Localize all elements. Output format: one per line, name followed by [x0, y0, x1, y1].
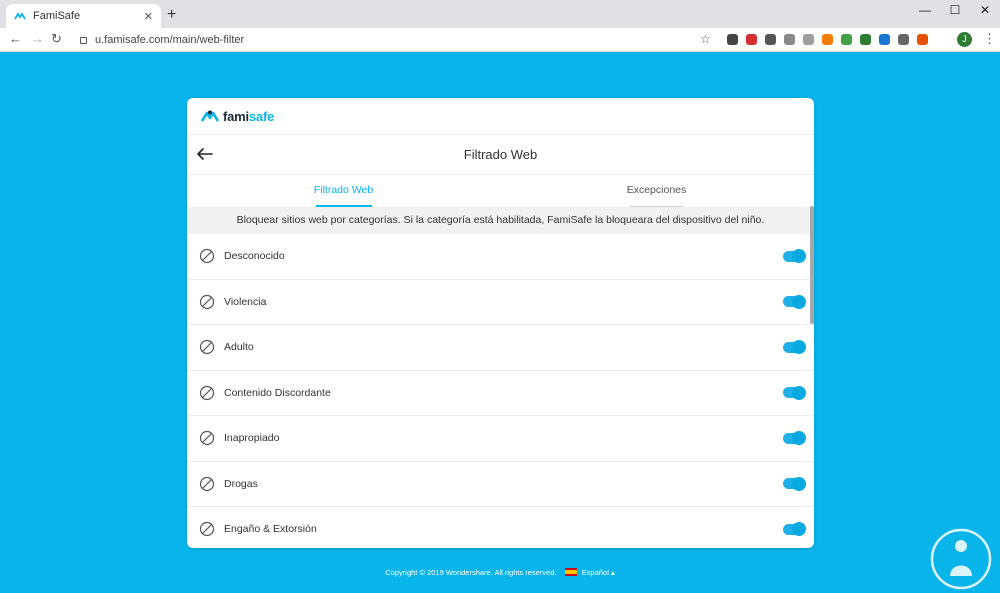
category-label: Inapropiado	[224, 432, 280, 445]
block-icon	[199, 522, 215, 537]
page-footer: Copyright © 2019 Wondershare. All rights…	[0, 568, 1000, 577]
block-icon	[199, 340, 215, 355]
category-toggle[interactable]	[783, 249, 806, 264]
browser-titlebar: FamiSafe ✕ + — ☐ ✕	[0, 0, 1000, 28]
famisafe-logo-icon	[201, 110, 219, 122]
category-row: Drogas	[187, 462, 814, 507]
tab-filtrado-web[interactable]: Filtrado Web	[187, 175, 500, 207]
scrollbar[interactable]	[810, 206, 814, 324]
category-list: Desconocido Violencia Adulto Contenido Disc…	[187, 234, 814, 548]
toggle-knob	[792, 294, 806, 309]
minimize-button[interactable]: —	[915, 3, 935, 17]
extension-icon[interactable]	[898, 34, 909, 45]
back-nav-button[interactable]: ←	[9, 31, 22, 46]
tab-excepciones[interactable]: Excepciones	[500, 175, 813, 207]
category-label: Engaño & Extorsión	[224, 523, 317, 536]
famisafe-logo: famisafe	[223, 108, 275, 124]
address-bar[interactable]: u.famisafe.com/main/web-filter	[70, 30, 720, 49]
spain-flag-icon	[564, 568, 577, 576]
browser-toolbar: ← → ↻ u.famisafe.com/main/web-filter ☆ J…	[0, 28, 1000, 52]
tab-title: FamiSafe	[33, 10, 81, 22]
toggle-knob	[792, 385, 806, 400]
url-text: u.famisafe.com/main/web-filter	[95, 33, 245, 46]
extension-icon[interactable]	[803, 34, 814, 45]
extension-icon[interactable]	[841, 34, 852, 45]
category-row: Inapropiado	[187, 416, 814, 462]
block-icon	[199, 294, 215, 309]
back-arrow-icon[interactable]	[195, 144, 215, 164]
category-toggle[interactable]	[783, 522, 806, 537]
profile-avatar[interactable]: J	[957, 32, 972, 47]
category-toggle[interactable]	[783, 385, 806, 400]
info-banner: Bloquear sitios web por categorías. Si l…	[187, 207, 814, 234]
category-label: Violencia	[224, 295, 267, 308]
category-row: Desconocido	[187, 234, 814, 280]
category-row: Engaño & Extorsión	[187, 507, 814, 548]
caret-up-icon: ▴	[610, 568, 615, 577]
category-toggle[interactable]	[783, 340, 806, 355]
tab-bar: Filtrado Web Excepciones	[187, 175, 814, 207]
extension-icon[interactable]	[727, 34, 738, 45]
category-row: Violencia	[187, 280, 814, 325]
extension-icon[interactable]	[917, 34, 928, 45]
extension-icon[interactable]	[765, 34, 776, 45]
watermark-logo	[930, 528, 992, 590]
browser-tab[interactable]: FamiSafe ✕	[6, 4, 161, 28]
copyright-text: Copyright © 2019 Wondershare. All rights…	[385, 568, 557, 577]
maximize-button[interactable]: ☐	[945, 3, 965, 17]
category-label: Desconocido	[224, 250, 285, 263]
extension-icon[interactable]	[746, 34, 757, 45]
forward-nav-button[interactable]: →	[31, 31, 44, 46]
block-icon	[199, 385, 215, 400]
page-header: Filtrado Web	[187, 135, 814, 175]
extension-icon[interactable]	[784, 34, 795, 45]
block-icon	[199, 476, 215, 491]
category-row: Contenido Discordante	[187, 371, 814, 416]
extension-icon[interactable]	[860, 34, 871, 45]
bookmark-star-icon[interactable]: ☆	[700, 32, 711, 46]
web-filter-card: famisafe Filtrado Web Filtrado Web Excep…	[187, 98, 814, 548]
category-toggle[interactable]	[783, 476, 806, 491]
toggle-knob	[792, 476, 806, 491]
block-icon	[199, 249, 215, 264]
category-toggle[interactable]	[783, 294, 806, 309]
famisafe-favicon-icon	[14, 12, 26, 20]
block-icon	[199, 431, 215, 446]
category-label: Drogas	[224, 477, 258, 490]
reload-button[interactable]: ↻	[51, 31, 62, 47]
language-selector[interactable]: Español ▴	[582, 568, 615, 577]
extension-icon[interactable]	[822, 34, 833, 45]
extension-icon[interactable]	[879, 34, 890, 45]
close-tab-icon[interactable]: ✕	[144, 10, 153, 23]
category-row: Adulto	[187, 325, 814, 371]
category-label: Contenido Discordante	[224, 386, 331, 399]
page-title: Filtrado Web	[463, 147, 538, 162]
category-label: Adulto	[224, 341, 254, 354]
window-close-button[interactable]: ✕	[975, 3, 995, 17]
brand-bar: famisafe	[187, 98, 814, 135]
category-toggle[interactable]	[783, 431, 806, 446]
new-tab-button[interactable]: +	[167, 6, 176, 24]
browser-menu-icon[interactable]: ⋮	[983, 31, 996, 47]
lock-icon	[80, 37, 87, 44]
